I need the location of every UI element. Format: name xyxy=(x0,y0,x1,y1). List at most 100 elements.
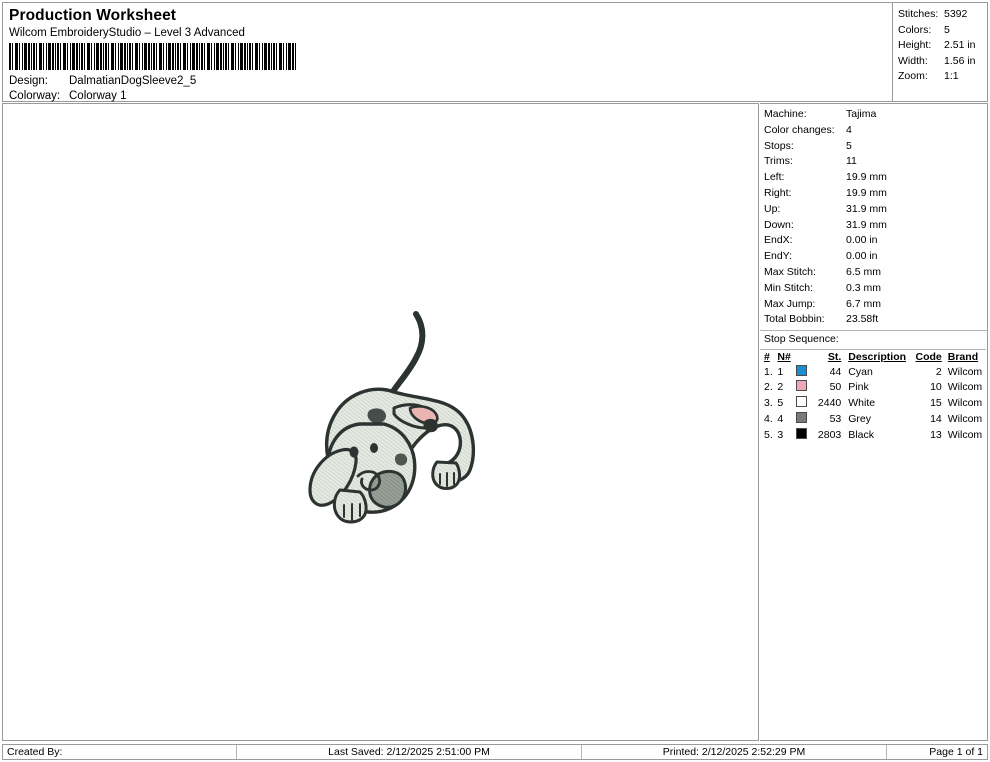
table-row: 1. 1 44 Cyan 2 Wilcom xyxy=(760,364,986,381)
row-needle: 2 xyxy=(777,381,784,394)
row-index: 5. xyxy=(764,428,773,441)
row-index: 2. xyxy=(764,381,773,394)
row-description: Cyan xyxy=(848,365,873,378)
color-swatch-cell xyxy=(794,364,812,381)
stat-label: Stitches: xyxy=(898,8,939,20)
row-brand: Wilcom xyxy=(947,413,983,426)
row-needle: 1 xyxy=(777,365,784,378)
info-row: Trims: 11 xyxy=(760,154,987,170)
color-swatch-cell xyxy=(794,380,812,396)
row-code: 15 xyxy=(930,397,942,410)
stat-row: Colors: 5 xyxy=(898,23,983,39)
stat-value: 5392 xyxy=(944,8,968,20)
info-value: 6.7 mm xyxy=(846,297,882,310)
info-value: 23.58ft xyxy=(846,313,879,326)
info-row: Max Jump: 6.7 mm xyxy=(760,297,987,313)
production-worksheet-page: Production Worksheet Wilcom EmbroiderySt… xyxy=(0,0,990,762)
stat-label: Colors: xyxy=(898,23,932,36)
info-row: EndX: 0.00 in xyxy=(760,233,987,249)
machine-stats-list: Machine: Tajima Color changes: 4 Stops: 5 T… xyxy=(760,104,987,328)
info-label: Right: xyxy=(764,186,792,199)
color-swatch-cell xyxy=(794,412,812,428)
row-code: 14 xyxy=(930,413,942,426)
row-brand: Wilcom xyxy=(947,381,983,394)
table-row: 2. 2 50 Pink 10 Wilcom xyxy=(760,380,986,396)
stat-value: 1.56 in xyxy=(944,54,976,67)
row-index: 4. xyxy=(764,413,773,426)
row-index: 1. xyxy=(764,365,773,378)
row-stitches: 50 xyxy=(829,381,842,394)
stat-row: Height: 2.51 in xyxy=(898,38,983,54)
info-value: 19.9 mm xyxy=(846,186,887,199)
info-row: EndY: 0.00 in xyxy=(760,249,987,265)
info-row: Down: 31.9 mm xyxy=(760,218,987,234)
row-needle: 5 xyxy=(777,397,784,410)
color-swatch-icon xyxy=(796,427,808,439)
info-label: EndX: xyxy=(764,234,793,247)
column-header-stitches: St. xyxy=(827,350,842,363)
row-description: White xyxy=(848,397,876,410)
info-label: Machine: xyxy=(764,108,807,120)
info-label: Trims: xyxy=(764,155,793,168)
row-stitches: 2440 xyxy=(817,397,842,410)
info-value: 0.3 mm xyxy=(846,281,882,294)
row-index: 3. xyxy=(764,397,773,410)
column-header-description: Description xyxy=(848,350,907,363)
column-header-needle: N# xyxy=(777,350,791,363)
info-label: Stops: xyxy=(764,139,794,152)
info-label: Color changes: xyxy=(764,123,835,136)
info-label: Left: xyxy=(764,171,785,184)
design-stats-box: Stitches: 5392 Colors: 5 Height: 2.51 in Wi… xyxy=(892,3,987,101)
stat-row: Width: 1.56 in xyxy=(898,54,983,70)
table-row: 4. 4 53 Grey 14 Wilcom xyxy=(760,412,986,428)
info-value: 31.9 mm xyxy=(846,202,887,215)
row-code: 10 xyxy=(930,381,942,394)
footer-page-number: Page 1 of 1 xyxy=(929,746,983,758)
info-row: Machine: Tajima xyxy=(760,107,987,123)
info-row: Max Stitch: 6.5 mm xyxy=(760,265,987,281)
page-title: Production Worksheet xyxy=(9,7,177,24)
stat-value: 2.51 in xyxy=(944,39,976,52)
info-value: 0.00 in xyxy=(846,250,878,263)
color-swatch-icon xyxy=(796,364,808,376)
info-value: 6.5 mm xyxy=(846,265,882,278)
row-code: 2 xyxy=(935,365,942,378)
stat-row: Stitches: 5392 xyxy=(898,7,983,23)
design-label: Design: xyxy=(9,75,48,87)
machine-info-panel: Machine: Tajima Color changes: 4 Stops: 5 T… xyxy=(760,103,988,741)
footer-bar: Created By: Last Saved: 2/12/2025 2:51:0… xyxy=(2,744,988,760)
product-subtitle: Wilcom EmbroideryStudio – Level 3 Advanc… xyxy=(9,27,245,39)
info-label: Down: xyxy=(764,218,794,231)
info-label: Max Stitch: xyxy=(764,265,816,278)
info-row: Up: 31.9 mm xyxy=(760,202,987,218)
info-value: 4 xyxy=(846,123,852,136)
footer-created-by: Created By: xyxy=(3,745,237,759)
info-value: 19.9 mm xyxy=(846,171,887,184)
info-row: Total Bobbin: 23.58ft xyxy=(760,312,987,328)
column-header-brand: Brand xyxy=(947,350,979,363)
row-brand: Wilcom xyxy=(947,365,983,378)
info-value: 5 xyxy=(846,139,852,152)
row-needle: 4 xyxy=(777,413,784,426)
table-row: 5. 3 2803 Black 13 Wilcom xyxy=(760,427,986,444)
row-stitches: 44 xyxy=(829,365,842,378)
info-row: Min Stitch: 0.3 mm xyxy=(760,281,987,297)
row-stitches: 53 xyxy=(829,413,842,426)
info-value: 0.00 in xyxy=(846,234,878,247)
footer-printed: Printed: 2/12/2025 2:52:29 PM xyxy=(582,745,887,759)
stat-label: Zoom: xyxy=(898,70,928,83)
info-value: 11 xyxy=(846,155,857,168)
footer-last-saved: Last Saved: 2/12/2025 2:51:00 PM xyxy=(237,745,582,759)
info-label: EndY: xyxy=(764,250,793,263)
stat-value: 1:1 xyxy=(944,70,959,83)
colorway-value: Colorway 1 xyxy=(69,90,127,102)
color-swatch-cell xyxy=(794,427,812,444)
row-description: Pink xyxy=(848,381,869,394)
row-description: Black xyxy=(848,428,874,441)
info-label: Up: xyxy=(764,202,781,215)
info-row: Color changes: 4 xyxy=(760,123,987,139)
design-canvas[interactable] xyxy=(2,103,759,741)
info-label: Max Jump: xyxy=(764,297,816,310)
color-swatch-icon xyxy=(796,412,808,424)
column-header-index: # xyxy=(764,350,770,363)
